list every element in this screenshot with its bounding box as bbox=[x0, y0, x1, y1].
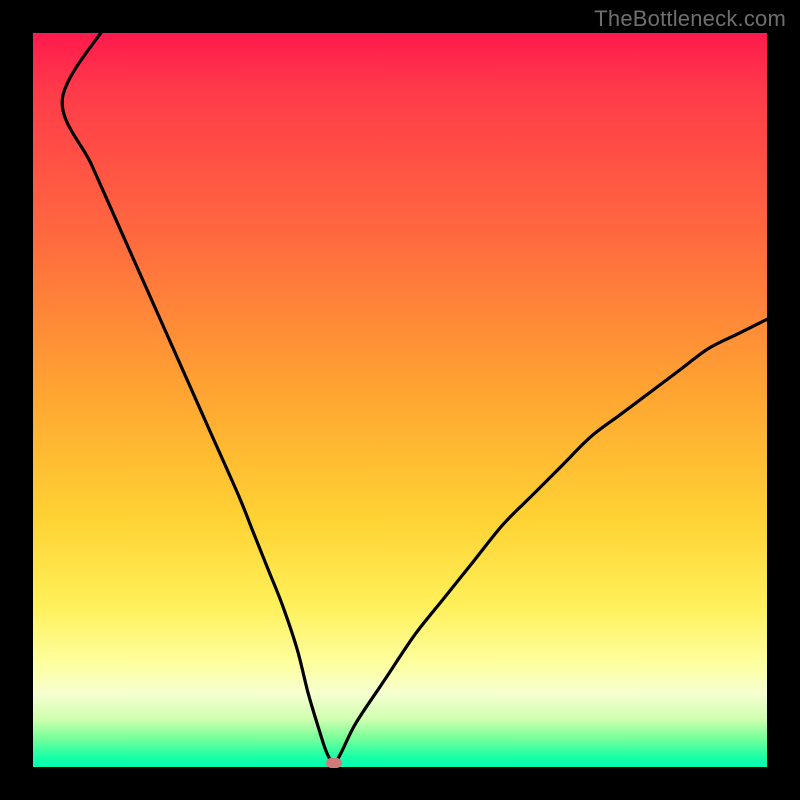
min-marker bbox=[326, 758, 342, 768]
watermark-text: TheBottleneck.com bbox=[594, 6, 786, 32]
chart-frame: TheBottleneck.com bbox=[0, 0, 800, 800]
curve-svg bbox=[33, 33, 767, 767]
plot-area bbox=[33, 33, 767, 767]
bottleneck-curve-path bbox=[62, 25, 767, 763]
